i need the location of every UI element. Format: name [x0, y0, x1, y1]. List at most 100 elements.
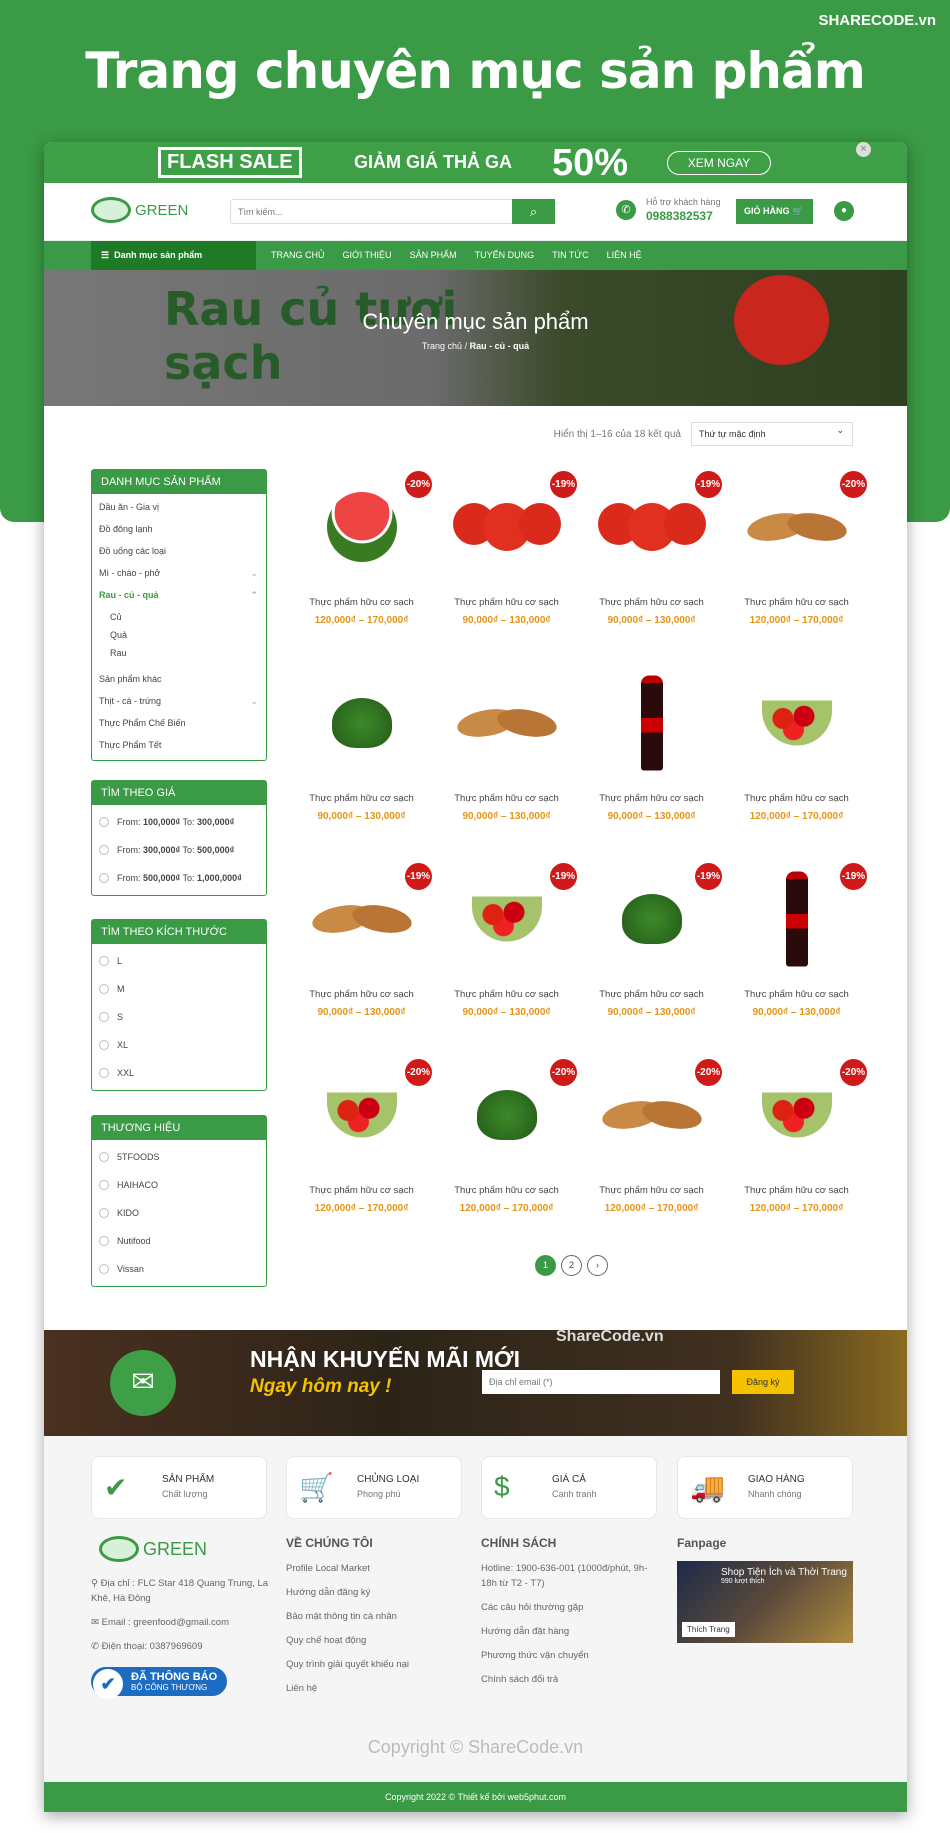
radio-icon[interactable]	[99, 1180, 109, 1190]
radio-icon[interactable]	[99, 845, 109, 855]
chevron-down-icon[interactable]: ⌄	[250, 696, 258, 707]
product-name[interactable]: Thực phẩm hữu cơ sạch	[579, 793, 724, 804]
brand-option[interactable]: KIDO	[92, 1199, 266, 1227]
nav-item-home[interactable]: TRANG CHỦ	[271, 241, 325, 270]
category-item[interactable]: Thực Phẩm Chế Biến	[92, 713, 266, 735]
product-name[interactable]: Thực phẩm hữu cơ sạch	[579, 1185, 724, 1196]
breadcrumb-home[interactable]: Trang chủ	[422, 341, 462, 351]
nav-item-contact[interactable]: LIÊN HỆ	[607, 241, 642, 270]
brand-option[interactable]: 5TFOODS	[92, 1143, 266, 1171]
product-card[interactable]: Thực phẩm hữu cơ sạch 90,000₫ – 130,000₫	[579, 665, 724, 861]
product-name[interactable]: Thực phẩm hữu cơ sạch	[579, 597, 724, 608]
brand-option[interactable]: HAIHACO	[92, 1171, 266, 1199]
footer-link[interactable]: Phương thức vận chuyển	[481, 1648, 661, 1663]
product-card[interactable]: -19% Thực phẩm hữu cơ sạch 90,000₫ – 130,0…	[579, 861, 724, 1057]
radio-icon[interactable]	[99, 1152, 109, 1162]
radio-icon[interactable]	[99, 1264, 109, 1274]
product-name[interactable]: Thực phẩm hữu cơ sạch	[724, 1185, 869, 1196]
radio-icon[interactable]	[99, 1012, 109, 1022]
close-icon[interactable]: ×	[856, 142, 871, 157]
product-name[interactable]: Thực phẩm hữu cơ sạch	[724, 597, 869, 608]
product-card[interactable]: -19% Thực phẩm hữu cơ sạch 90,000₫ – 130,0…	[434, 469, 579, 665]
product-name[interactable]: Thực phẩm hữu cơ sạch	[434, 793, 579, 804]
product-name[interactable]: Thực phẩm hữu cơ sạch	[289, 597, 434, 608]
category-item[interactable]: Thực Phẩm Tết	[92, 735, 266, 757]
nav-item-about[interactable]: GIỚI THIỆU	[343, 241, 392, 270]
footer-link[interactable]: Chính sách đổi trả	[481, 1672, 661, 1687]
product-card[interactable]: -19% Thực phẩm hữu cơ sạch 90,000₫ – 130,0…	[579, 469, 724, 665]
footer-link[interactable]: Bảo mật thông tin cá nhân	[286, 1609, 466, 1624]
nav-item-jobs[interactable]: TUYỂN DỤNG	[475, 241, 535, 270]
cart-button[interactable]: GIỎ HÀNG 🛒	[736, 199, 813, 224]
broccoli-image[interactable]	[289, 665, 434, 780]
radio-icon[interactable]	[99, 1236, 109, 1246]
category-item[interactable]: Đồ uống các loại	[92, 541, 266, 563]
footer-link[interactable]: Các câu hỏi thường gặp	[481, 1600, 661, 1615]
nav-item-news[interactable]: TIN TỨC	[552, 241, 589, 270]
page-2[interactable]: 2	[561, 1255, 582, 1276]
product-name[interactable]: Thực phẩm hữu cơ sạch	[579, 989, 724, 1000]
product-name[interactable]: Thực phẩm hữu cơ sạch	[434, 989, 579, 1000]
product-card[interactable]: -19% Thực phẩm hữu cơ sạch 90,000₫ – 130,0…	[434, 861, 579, 1057]
category-item[interactable]: Quả	[92, 625, 266, 643]
category-item[interactable]: Sản phẩm khác	[92, 669, 266, 691]
category-item[interactable]: Đồ đông lạnh	[92, 519, 266, 541]
footer-link[interactable]: Profile Local Market	[286, 1561, 466, 1576]
page-1[interactable]: 1	[535, 1255, 556, 1276]
nav-item-products[interactable]: SẢN PHẨM	[410, 241, 457, 270]
footer-link[interactable]: Hướng dẫn đăng ký	[286, 1585, 466, 1600]
product-card[interactable]: -20% Thực phẩm hữu cơ sạch 120,000₫ – 170,…	[434, 1057, 579, 1253]
fanpage-name[interactable]: Shop Tiện Ích và Thời Trang	[721, 1567, 847, 1578]
email-input[interactable]: Địa chỉ email (*)	[482, 1370, 720, 1394]
category-menu-button[interactable]: ☰ Danh mục sản phẩm	[91, 241, 256, 270]
category-item[interactable]: Rau - củ - quả ⌃	[92, 585, 266, 607]
product-card[interactable]: -20% Thực phẩm hữu cơ sạch 120,000₫ – 170,…	[724, 1057, 869, 1253]
phone[interactable]: Điện thoại: 0387969609	[102, 1641, 203, 1652]
chevron-down-icon[interactable]: ⌄	[250, 568, 258, 579]
product-card[interactable]: Thực phẩm hữu cơ sạch 120,000₫ – 170,000₫	[724, 665, 869, 861]
product-name[interactable]: Thực phẩm hữu cơ sạch	[724, 793, 869, 804]
radio-icon[interactable]	[99, 956, 109, 966]
view-now-button[interactable]: XEM NGAY	[667, 151, 771, 175]
chevron-up-icon[interactable]: ⌃	[250, 590, 258, 601]
price-option[interactable]: From: 100,000₫ To: 300,000₫	[92, 808, 266, 836]
radio-icon[interactable]	[99, 1040, 109, 1050]
footer-link[interactable]: Hotline: 1900-636-001 (1000đ/phút, 9h-18…	[481, 1561, 661, 1591]
category-item[interactable]: Rau	[92, 643, 266, 661]
product-card[interactable]: -19% Thực phẩm hữu cơ sạch 90,000₫ – 130,0…	[724, 861, 869, 1057]
email[interactable]: Email : greenfood@gmail.com	[102, 1617, 229, 1628]
like-page-button[interactable]: Thích Trang	[682, 1622, 735, 1637]
category-item[interactable]: Thịt - cá - trứng ⌄	[92, 691, 266, 713]
size-option[interactable]: XXL	[92, 1059, 266, 1087]
price-option[interactable]: From: 500,000₫ To: 1,000,000₫	[92, 864, 266, 892]
user-icon[interactable]: ●	[834, 201, 854, 221]
size-option[interactable]: S	[92, 1003, 266, 1031]
product-card[interactable]: -20% Thực phẩm hữu cơ sạch 120,000₫ – 170,…	[289, 469, 434, 665]
product-card[interactable]: -19% Thực phẩm hữu cơ sạch 90,000₫ – 130,0…	[289, 861, 434, 1057]
size-option[interactable]: XL	[92, 1031, 266, 1059]
logo[interactable]: GREEN	[91, 197, 188, 223]
category-item[interactable]: Mì - cháo - phở ⌄	[92, 563, 266, 585]
product-name[interactable]: Thực phẩm hữu cơ sạch	[434, 597, 579, 608]
radio-icon[interactable]	[99, 984, 109, 994]
product-name[interactable]: Thực phẩm hữu cơ sạch	[289, 989, 434, 1000]
support-phone[interactable]: 0988382537	[646, 209, 720, 223]
product-name[interactable]: Thực phẩm hữu cơ sạch	[289, 1185, 434, 1196]
radio-icon[interactable]	[99, 1068, 109, 1078]
subscribe-button[interactable]: Đăng ký	[732, 1370, 794, 1394]
footer-link[interactable]: Quy trình giải quyết khiếu nại	[286, 1657, 466, 1672]
category-item[interactable]: Dầu ăn - Gia vị	[92, 497, 266, 519]
sort-select[interactable]: Thứ tự mặc định	[691, 422, 853, 446]
product-card[interactable]: -20% Thực phẩm hữu cơ sạch 120,000₫ – 170,…	[579, 1057, 724, 1253]
bread-image[interactable]	[434, 665, 579, 780]
radio-icon[interactable]	[99, 873, 109, 883]
product-card[interactable]: -20% Thực phẩm hữu cơ sạch 120,000₫ – 170,…	[724, 469, 869, 665]
brand-option[interactable]: Nutifood	[92, 1227, 266, 1255]
radio-icon[interactable]	[99, 1208, 109, 1218]
footer-link[interactable]: Hướng dẫn đặt hàng	[481, 1624, 661, 1639]
brand-option[interactable]: Vissan	[92, 1255, 266, 1283]
size-option[interactable]: M	[92, 975, 266, 1003]
footer-link[interactable]: Liên hệ	[286, 1681, 466, 1696]
search-button[interactable]: ⌕	[512, 199, 555, 224]
fanpage-widget[interactable]: Shop Tiện Ích và Thời Trang 590 lượt thíc…	[677, 1561, 853, 1643]
